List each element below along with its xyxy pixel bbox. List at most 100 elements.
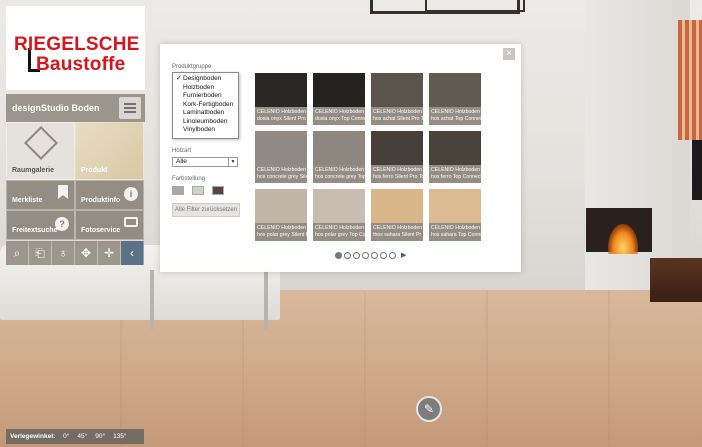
document-icon[interactable]: ⎗ — [29, 241, 52, 265]
product-caption-line1: CELENIO Holzboden At — [257, 109, 307, 115]
product-thumbnail — [313, 189, 365, 223]
product-caption-line1: CELENIO Holzboden At — [373, 167, 423, 173]
curtain — [678, 20, 702, 140]
holzart-select[interactable]: Alle ▼ — [172, 157, 238, 167]
product-caption: CELENIO Holzboden At hos achat Top Connec… — [429, 107, 481, 125]
dropdown-option[interactable]: Laminatboden — [173, 109, 238, 118]
product-caption-line1: CELENIO Holzboden A — [373, 225, 423, 231]
verlegewinkel-label: Verlegewinkel: — [10, 433, 56, 440]
tile-raumgalerie[interactable]: Raumgalerie — [6, 122, 75, 180]
produktgruppe-dropdown[interactable]: ✓ Designboden Holzboden Furnierboden Kork… — [172, 72, 239, 139]
product-thumbnail — [429, 73, 481, 107]
product-card[interactable]: CELENIO Holzboden At dosia onyx Top Conne… — [313, 73, 365, 125]
sidebar-tiles: Raumgalerie Produkt Merkliste i Produkti… — [6, 122, 145, 240]
product-card[interactable]: CELENIO Holzboden At hos achat Top Connec… — [429, 73, 481, 125]
product-card[interactable]: CELENIO Holzboden At dosia onyx Silent Pr… — [255, 73, 307, 125]
tile-merkliste[interactable]: Merkliste — [6, 180, 75, 210]
pager-dot[interactable] — [344, 251, 351, 259]
product-thumbnail — [429, 189, 481, 223]
product-thumbnail — [371, 189, 423, 223]
pager-dot[interactable] — [362, 251, 369, 259]
angle-option-135[interactable]: 135° — [113, 433, 126, 440]
product-caption-line2: hos sahara Top Connect — [431, 231, 481, 238]
expand-icon[interactable]: ✛ — [98, 241, 121, 265]
product-thumbnail — [371, 131, 423, 165]
link-icon[interactable]: ♁ — [52, 241, 75, 265]
tile-freitextsuche[interactable]: ? Freitextsuche — [6, 210, 75, 240]
option-label: Holzboden — [183, 83, 215, 91]
dropdown-option[interactable]: ✓ Designboden — [173, 75, 238, 84]
tile-produkt[interactable]: Produkt — [75, 122, 144, 180]
product-card[interactable]: CELENIO Holzboden Athos sahara Silent Pr — [371, 189, 423, 241]
pager-dot[interactable] — [389, 251, 396, 259]
next-page-icon[interactable]: ▶ — [401, 251, 406, 259]
product-caption-line2: hos ferro Top Connect — [431, 173, 481, 180]
dropdown-option[interactable]: Holzboden — [173, 84, 238, 93]
pager-dot[interactable] — [353, 251, 360, 259]
product-caption-line2: hos ferro Silent Pro To — [373, 173, 423, 180]
hamburger-icon — [124, 107, 136, 109]
edit-pencil-icon[interactable]: ✎ — [416, 396, 442, 422]
pager-dot[interactable] — [335, 251, 342, 259]
reset-filters-button[interactable]: Alle Filter zurücksetzen — [172, 203, 240, 217]
chevron-down-icon: ▼ — [228, 158, 237, 166]
product-card[interactable]: CELENIO Holzboden At hos ferro Top Connec… — [429, 131, 481, 183]
cube-icon — [24, 126, 58, 160]
angle-option-45[interactable]: 45° — [77, 433, 87, 440]
product-caption-line2: hos achat Silent Pro To — [373, 115, 423, 122]
holzart-label: Holzart — [172, 148, 192, 154]
color-swatch-dark[interactable] — [212, 186, 224, 195]
pager-dot[interactable] — [380, 251, 387, 259]
check-icon: ✓ — [176, 75, 182, 82]
menu-button[interactable] — [119, 97, 141, 119]
product-caption-line2: hos polar grey Silent Pr — [257, 231, 307, 238]
color-swatch-light[interactable] — [192, 186, 204, 195]
product-caption-line2: hos concrete grey Top — [315, 173, 365, 180]
search-icon[interactable]: ⌕ — [6, 241, 29, 265]
option-label: Designboden — [183, 75, 222, 82]
product-caption-line1: CELENIO Holzboden At — [431, 225, 481, 231]
dropdown-option[interactable]: Furnierboden — [173, 92, 238, 101]
product-card[interactable]: CELENIO Holzboden Athos sahara Top Conne… — [429, 189, 481, 241]
product-thumbnail — [429, 131, 481, 165]
product-caption: CELENIO Holzboden Athos sahara Top Conne… — [429, 223, 481, 241]
fire — [608, 224, 638, 254]
product-thumbnail — [255, 131, 307, 165]
product-caption-line1: CELENIO Holzboden At — [257, 225, 307, 231]
product-card[interactable]: CELENIO Holzboden At hos concrete grey Si… — [255, 131, 307, 183]
angle-option-90[interactable]: 90° — [95, 433, 105, 440]
product-card[interactable]: CELENIO Holzboden At hos polar grey Top C… — [313, 189, 365, 241]
angle-option-0[interactable]: 0° — [63, 433, 69, 440]
move-icon[interactable]: ✥ — [75, 241, 98, 265]
sidebar-title: designStudio Boden — [12, 103, 100, 113]
product-caption-line1: CELENIO Holzboden At — [257, 167, 307, 173]
tile-fotoservice[interactable]: Fotoservice — [75, 210, 144, 240]
pager-dot[interactable] — [371, 251, 378, 259]
product-card[interactable]: CELENIO Holzboden At hos polar grey Silen… — [255, 189, 307, 241]
product-card[interactable]: CELENIO Holzboden At hos achat Silent Pro… — [371, 73, 423, 125]
logo-text-line1: RIEGELSCHE — [14, 34, 140, 55]
holzart-value: Alle — [176, 158, 187, 165]
option-label: Vinylboden — [183, 126, 216, 133]
color-swatch-grey[interactable] — [172, 186, 184, 195]
dropdown-option[interactable]: Kork-Fertigboden — [173, 101, 238, 110]
product-caption-line2: dosia onyx Silent Pro T — [257, 115, 307, 122]
dropdown-option[interactable]: Linoleumboden — [173, 118, 238, 127]
chevron-left-icon[interactable]: ‹ — [121, 241, 144, 265]
ceiling-light-inner — [425, 0, 525, 12]
product-card[interactable]: CELENIO Holzboden At hos concrete grey To… — [313, 131, 365, 183]
sidebar-toolbar: ⌕ ⎗ ♁ ✥ ✛ ‹ — [6, 241, 145, 265]
brand-logo[interactable]: RIEGELSCHE Baustoffe — [6, 6, 145, 90]
tile-produktinfo[interactable]: i Produktinfo — [75, 180, 144, 210]
product-caption-line1: CELENIO Holzboden At — [373, 109, 423, 115]
tile-label: Fotoservice — [81, 227, 121, 234]
farbstellung-label: Farbstellung — [172, 176, 206, 182]
product-caption: CELENIO Holzboden At dosia onyx Top Conne… — [313, 107, 365, 125]
sofa-leg — [150, 270, 154, 330]
product-caption: CELENIO Holzboden At hos ferro Silent Pro… — [371, 165, 423, 183]
product-card[interactable]: CELENIO Holzboden At hos ferro Silent Pro… — [371, 131, 423, 183]
product-thumbnail — [255, 73, 307, 107]
close-icon[interactable]: × — [503, 48, 515, 60]
wall-pillar — [585, 0, 690, 300]
dropdown-option[interactable]: Vinylboden — [173, 126, 238, 135]
